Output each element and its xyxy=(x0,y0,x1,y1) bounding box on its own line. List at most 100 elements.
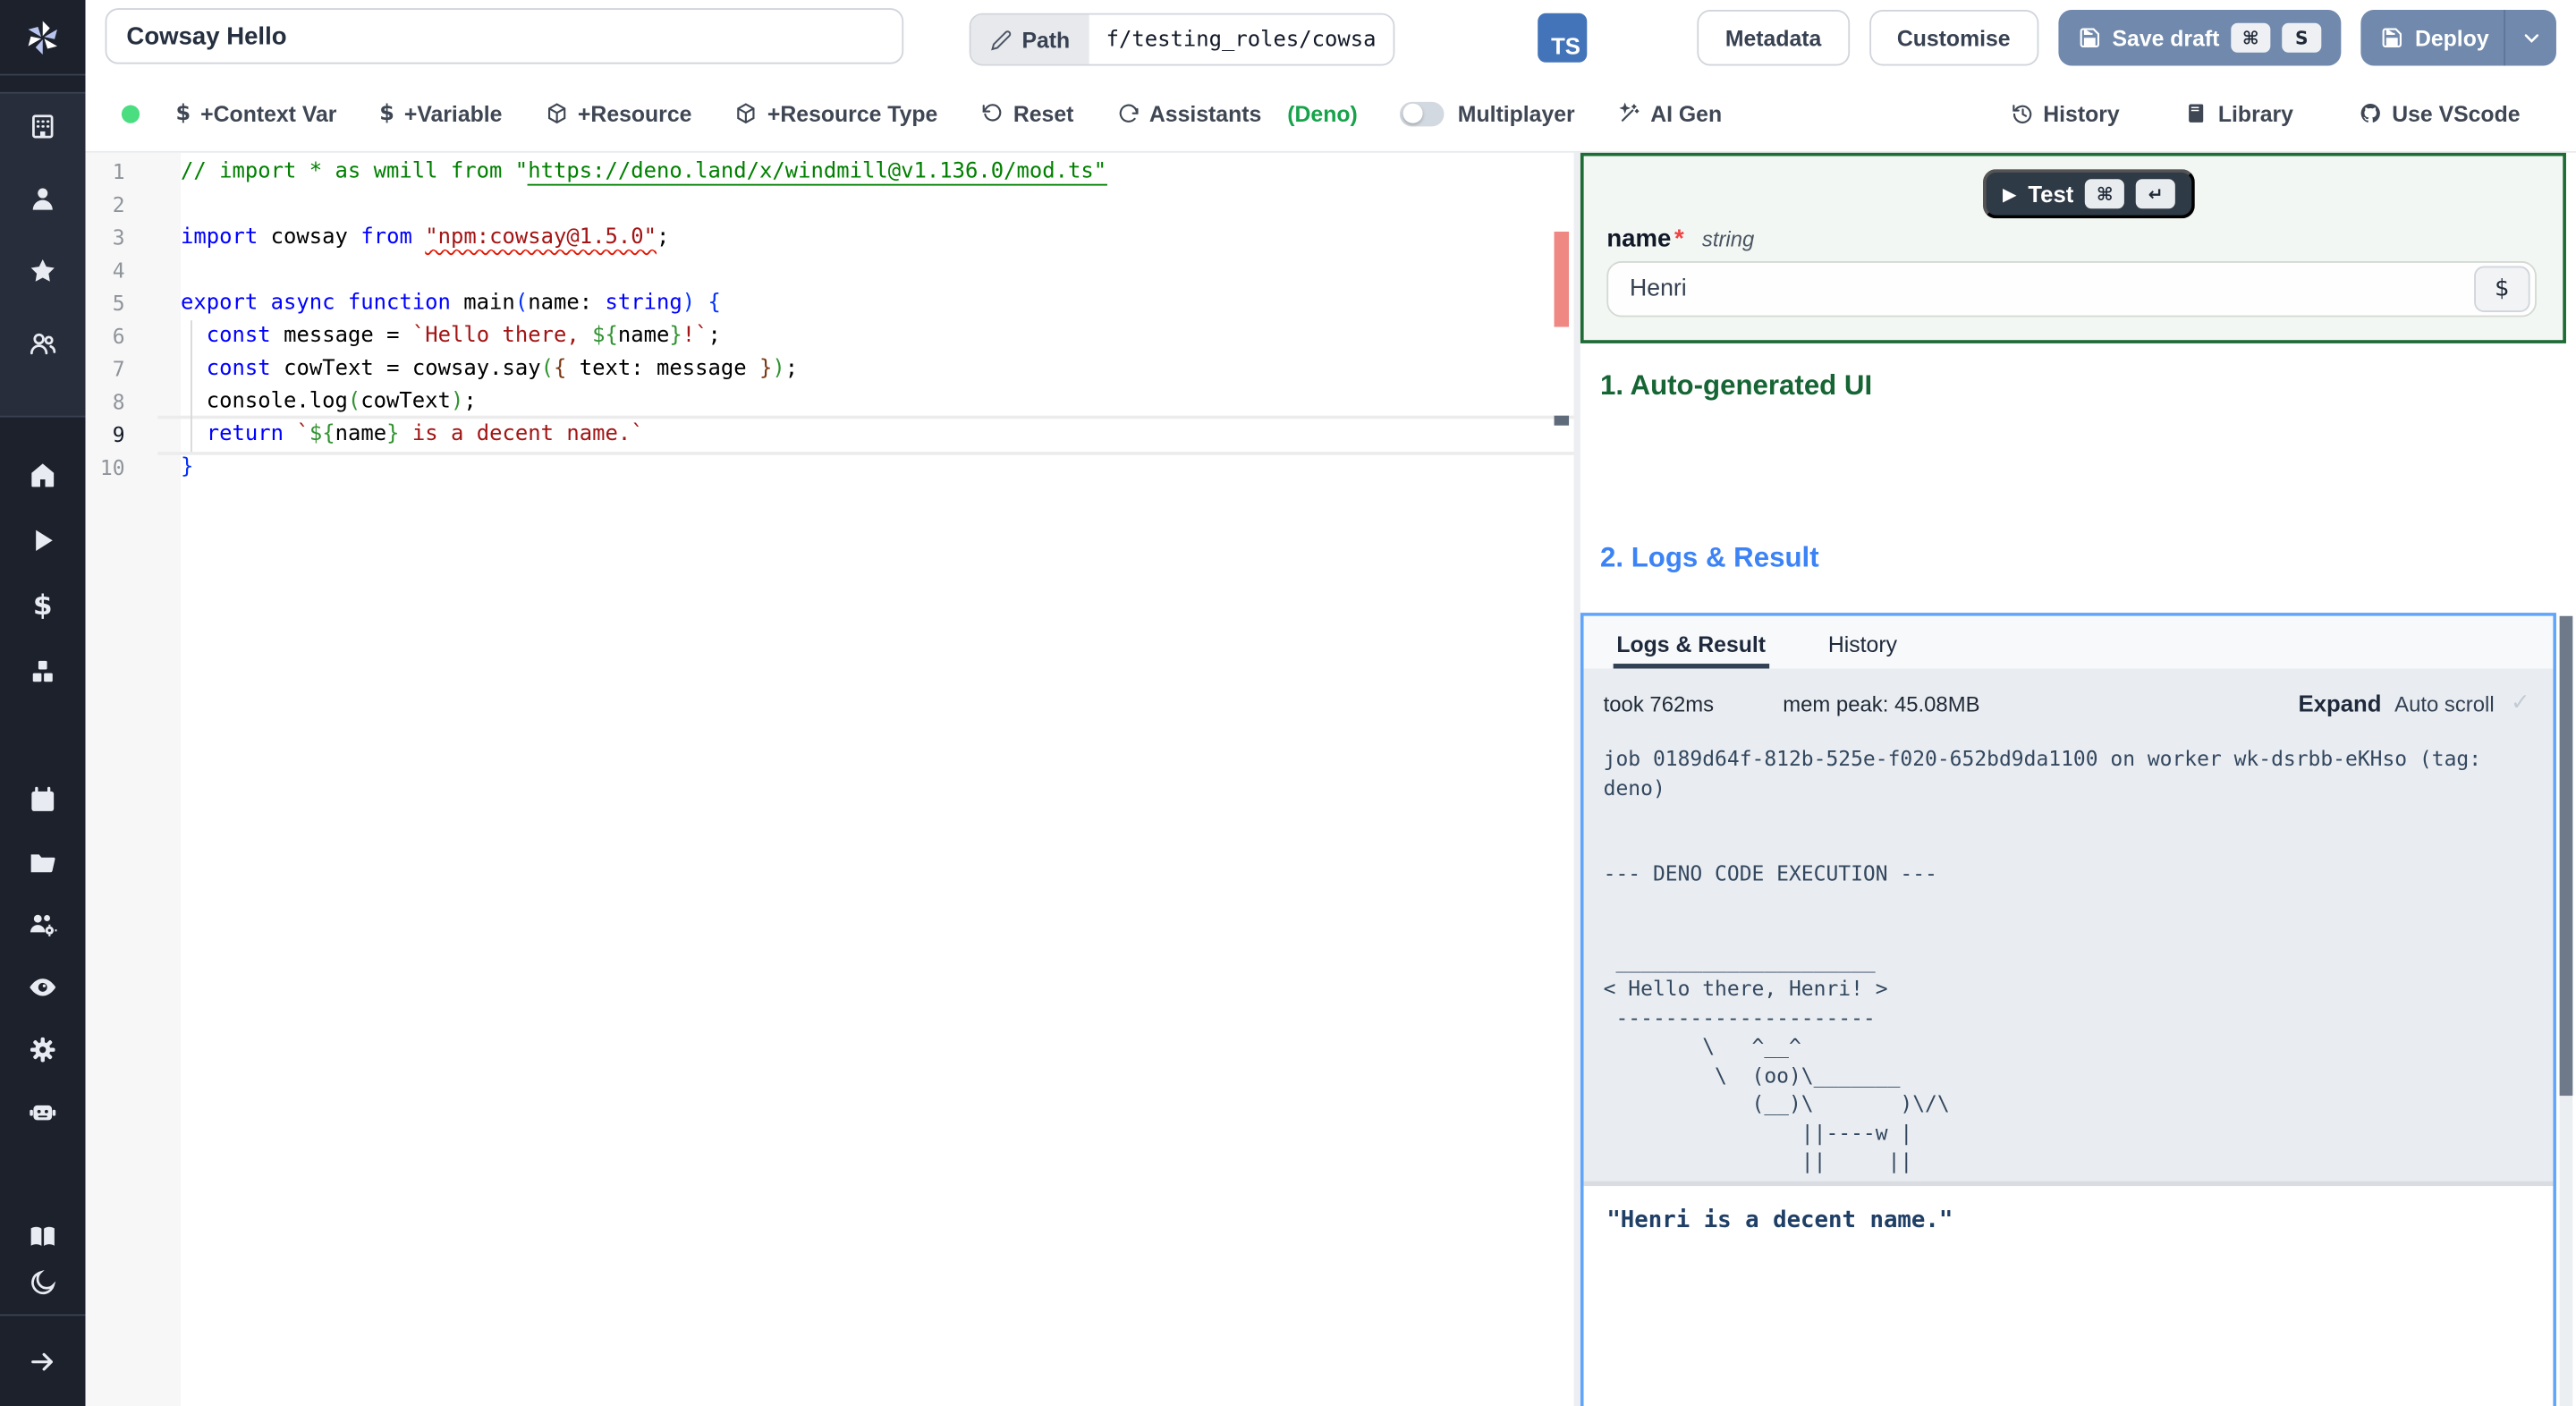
use-vscode-button[interactable]: Use VScode xyxy=(2359,101,2521,126)
log-output: job 0189d64f-812b-525e-f020-652bd9da1100… xyxy=(1603,745,2482,1173)
customise-button[interactable]: Customise xyxy=(1868,10,2038,66)
panel-scrollbar-thumb[interactable] xyxy=(2559,615,2573,1097)
preview-panel: ▶ Test ⌘ ↵ name * string $ 1. Auto-gener… xyxy=(1580,152,2576,1406)
add-variable-button[interactable]: $ +Variable xyxy=(379,101,502,126)
dollar-icon: $ xyxy=(379,100,394,126)
deploy-label: Deploy xyxy=(2414,25,2489,51)
divider xyxy=(2504,10,2506,66)
splitter-handle[interactable] xyxy=(1573,152,1580,1406)
overview-ruler-cursor-marker xyxy=(1554,415,1570,426)
save-draft-button[interactable]: Save draft ⌘ S xyxy=(2057,10,2342,66)
user-icon[interactable] xyxy=(0,182,86,216)
mem-peak: mem peak: 45.08MB xyxy=(1783,690,1980,716)
result-body: "Henri is a decent name." xyxy=(1583,1186,2554,1406)
s-key-badge: S xyxy=(2282,22,2322,53)
metadata-button[interactable]: Metadata xyxy=(1697,10,1850,66)
code-line[interactable]: 10} xyxy=(86,452,1574,485)
topbar: Path f/testing_roles/cowsa TS Metadata C… xyxy=(85,0,2576,76)
windmill-script-editor: $ Cowsay Hello Path f/testing_roles/cows… xyxy=(0,0,2576,1406)
panel-scrollbar[interactable] xyxy=(2559,615,2573,1406)
code-line[interactable]: 7 const cowText = cowsay.say({ text: mes… xyxy=(86,353,1574,386)
assistants-lang: (Deno) xyxy=(1287,100,1358,126)
github-icon xyxy=(2359,102,2382,125)
cmd-key-badge: ⌘ xyxy=(2231,22,2271,53)
dollar-icon[interactable]: $ xyxy=(0,589,86,623)
home-icon[interactable] xyxy=(0,458,86,491)
code-line[interactable]: 6 const message = `Hello there, ${name}!… xyxy=(86,320,1574,353)
moon-icon[interactable] xyxy=(0,1266,86,1300)
star-icon[interactable] xyxy=(0,255,86,288)
package-icon xyxy=(734,102,758,125)
arrow-right-icon[interactable] xyxy=(0,1345,86,1378)
path-button[interactable]: Path f/testing_roles/cowsa xyxy=(969,13,1394,66)
multiplayer-toggle[interactable] xyxy=(1400,100,1445,126)
code-line[interactable]: 9 return `${name} is a decent name.` xyxy=(86,415,1574,455)
calendar-icon[interactable] xyxy=(0,783,86,817)
save-icon xyxy=(2380,26,2403,49)
windmill-logo-icon[interactable] xyxy=(0,13,86,63)
code-line[interactable]: 1// import * as wmill from "https://deno… xyxy=(86,156,1574,189)
typescript-badge[interactable]: TS xyxy=(1538,13,1588,63)
argument-name: name xyxy=(1606,224,1672,253)
magic-wand-icon xyxy=(1617,102,1640,125)
assistants-button[interactable]: Assistants (Deno) xyxy=(1116,101,1358,126)
required-asterisk: * xyxy=(1674,224,1684,253)
add-resource-button[interactable]: +Resource xyxy=(545,101,691,126)
argument-value-input[interactable] xyxy=(1606,261,2537,318)
auto-scroll-toggle[interactable]: Auto scroll xyxy=(2394,690,2494,716)
script-name-input[interactable] xyxy=(105,8,904,64)
robot-icon[interactable] xyxy=(0,1096,86,1129)
deploy-button[interactable]: Deploy xyxy=(2360,10,2556,66)
package-icon xyxy=(545,102,568,125)
check-icon: ✓ xyxy=(2511,690,2530,716)
cubes-icon[interactable] xyxy=(0,656,86,689)
workarea: 1// import * as wmill from "https://deno… xyxy=(85,150,2576,1406)
history-clock-icon xyxy=(2011,102,2034,125)
sidebar-divider xyxy=(0,73,86,76)
code-line[interactable]: 2 xyxy=(86,189,1574,222)
book-icon xyxy=(2185,102,2208,125)
expand-button[interactable]: Expand xyxy=(2299,690,2382,716)
building-icon[interactable] xyxy=(0,110,86,143)
history-button[interactable]: History xyxy=(2011,101,2120,126)
add-resource-type-button[interactable]: +Resource Type xyxy=(734,101,937,126)
logs-tabbar: Logs & Result History xyxy=(1583,615,2554,669)
overview-ruler-error-marker xyxy=(1554,231,1570,327)
argument-type: string xyxy=(1701,226,1755,252)
refresh-icon xyxy=(1116,102,1140,125)
result-value: "Henri is a decent name." xyxy=(1606,1207,1953,1234)
arguments-box: ▶ Test ⌘ ↵ name * string $ xyxy=(1580,152,2566,343)
eye-icon[interactable] xyxy=(0,971,86,1004)
play-icon[interactable] xyxy=(0,524,86,557)
argument-label-row: name * string xyxy=(1606,225,1754,253)
test-button[interactable]: ▶ Test ⌘ ↵ xyxy=(1982,169,2196,219)
save-draft-label: Save draft xyxy=(2112,25,2220,51)
code-line[interactable]: 5 export async function main(name: string… xyxy=(86,287,1574,320)
pencil-icon xyxy=(991,29,1013,50)
code-line[interactable]: 3 import cowsay from "npm:cowsay@1.5.0"; xyxy=(86,222,1574,255)
insert-variable-button[interactable]: $ xyxy=(2474,266,2530,312)
book-icon[interactable] xyxy=(0,1221,86,1254)
users-gear-icon[interactable] xyxy=(0,909,86,942)
code-editor[interactable]: 1// import * as wmill from "https://deno… xyxy=(85,152,1574,1406)
gear-icon[interactable] xyxy=(0,1033,86,1066)
logs-header: took 762ms mem peak: 45.08MB Expand Auto… xyxy=(1584,682,2554,724)
toggle-knob xyxy=(1402,103,1423,123)
folder-icon[interactable] xyxy=(0,846,86,879)
reset-button[interactable]: Reset xyxy=(980,101,1073,126)
tab-logs-result[interactable]: Logs & Result xyxy=(1613,623,1769,669)
code-line[interactable]: 8 console.log(cowText); xyxy=(86,386,1574,419)
users-icon[interactable] xyxy=(0,327,86,360)
multiplayer-label[interactable]: Multiplayer xyxy=(1458,101,1575,126)
save-icon xyxy=(2078,26,2101,49)
library-button[interactable]: Library xyxy=(2185,101,2293,126)
add-context-var-button[interactable]: $ +Context Var xyxy=(176,101,337,126)
tab-history[interactable]: History xyxy=(1825,623,1901,668)
took-duration: took 762ms xyxy=(1603,690,1715,716)
play-icon: ▶ xyxy=(2002,182,2017,205)
ai-gen-button[interactable]: AI Gen xyxy=(1617,101,1722,126)
chevron-down-icon[interactable] xyxy=(2521,26,2544,49)
test-label: Test xyxy=(2028,181,2074,208)
code-line[interactable]: 4 xyxy=(86,255,1574,288)
path-value[interactable]: f/testing_roles/cowsa xyxy=(1089,14,1393,64)
